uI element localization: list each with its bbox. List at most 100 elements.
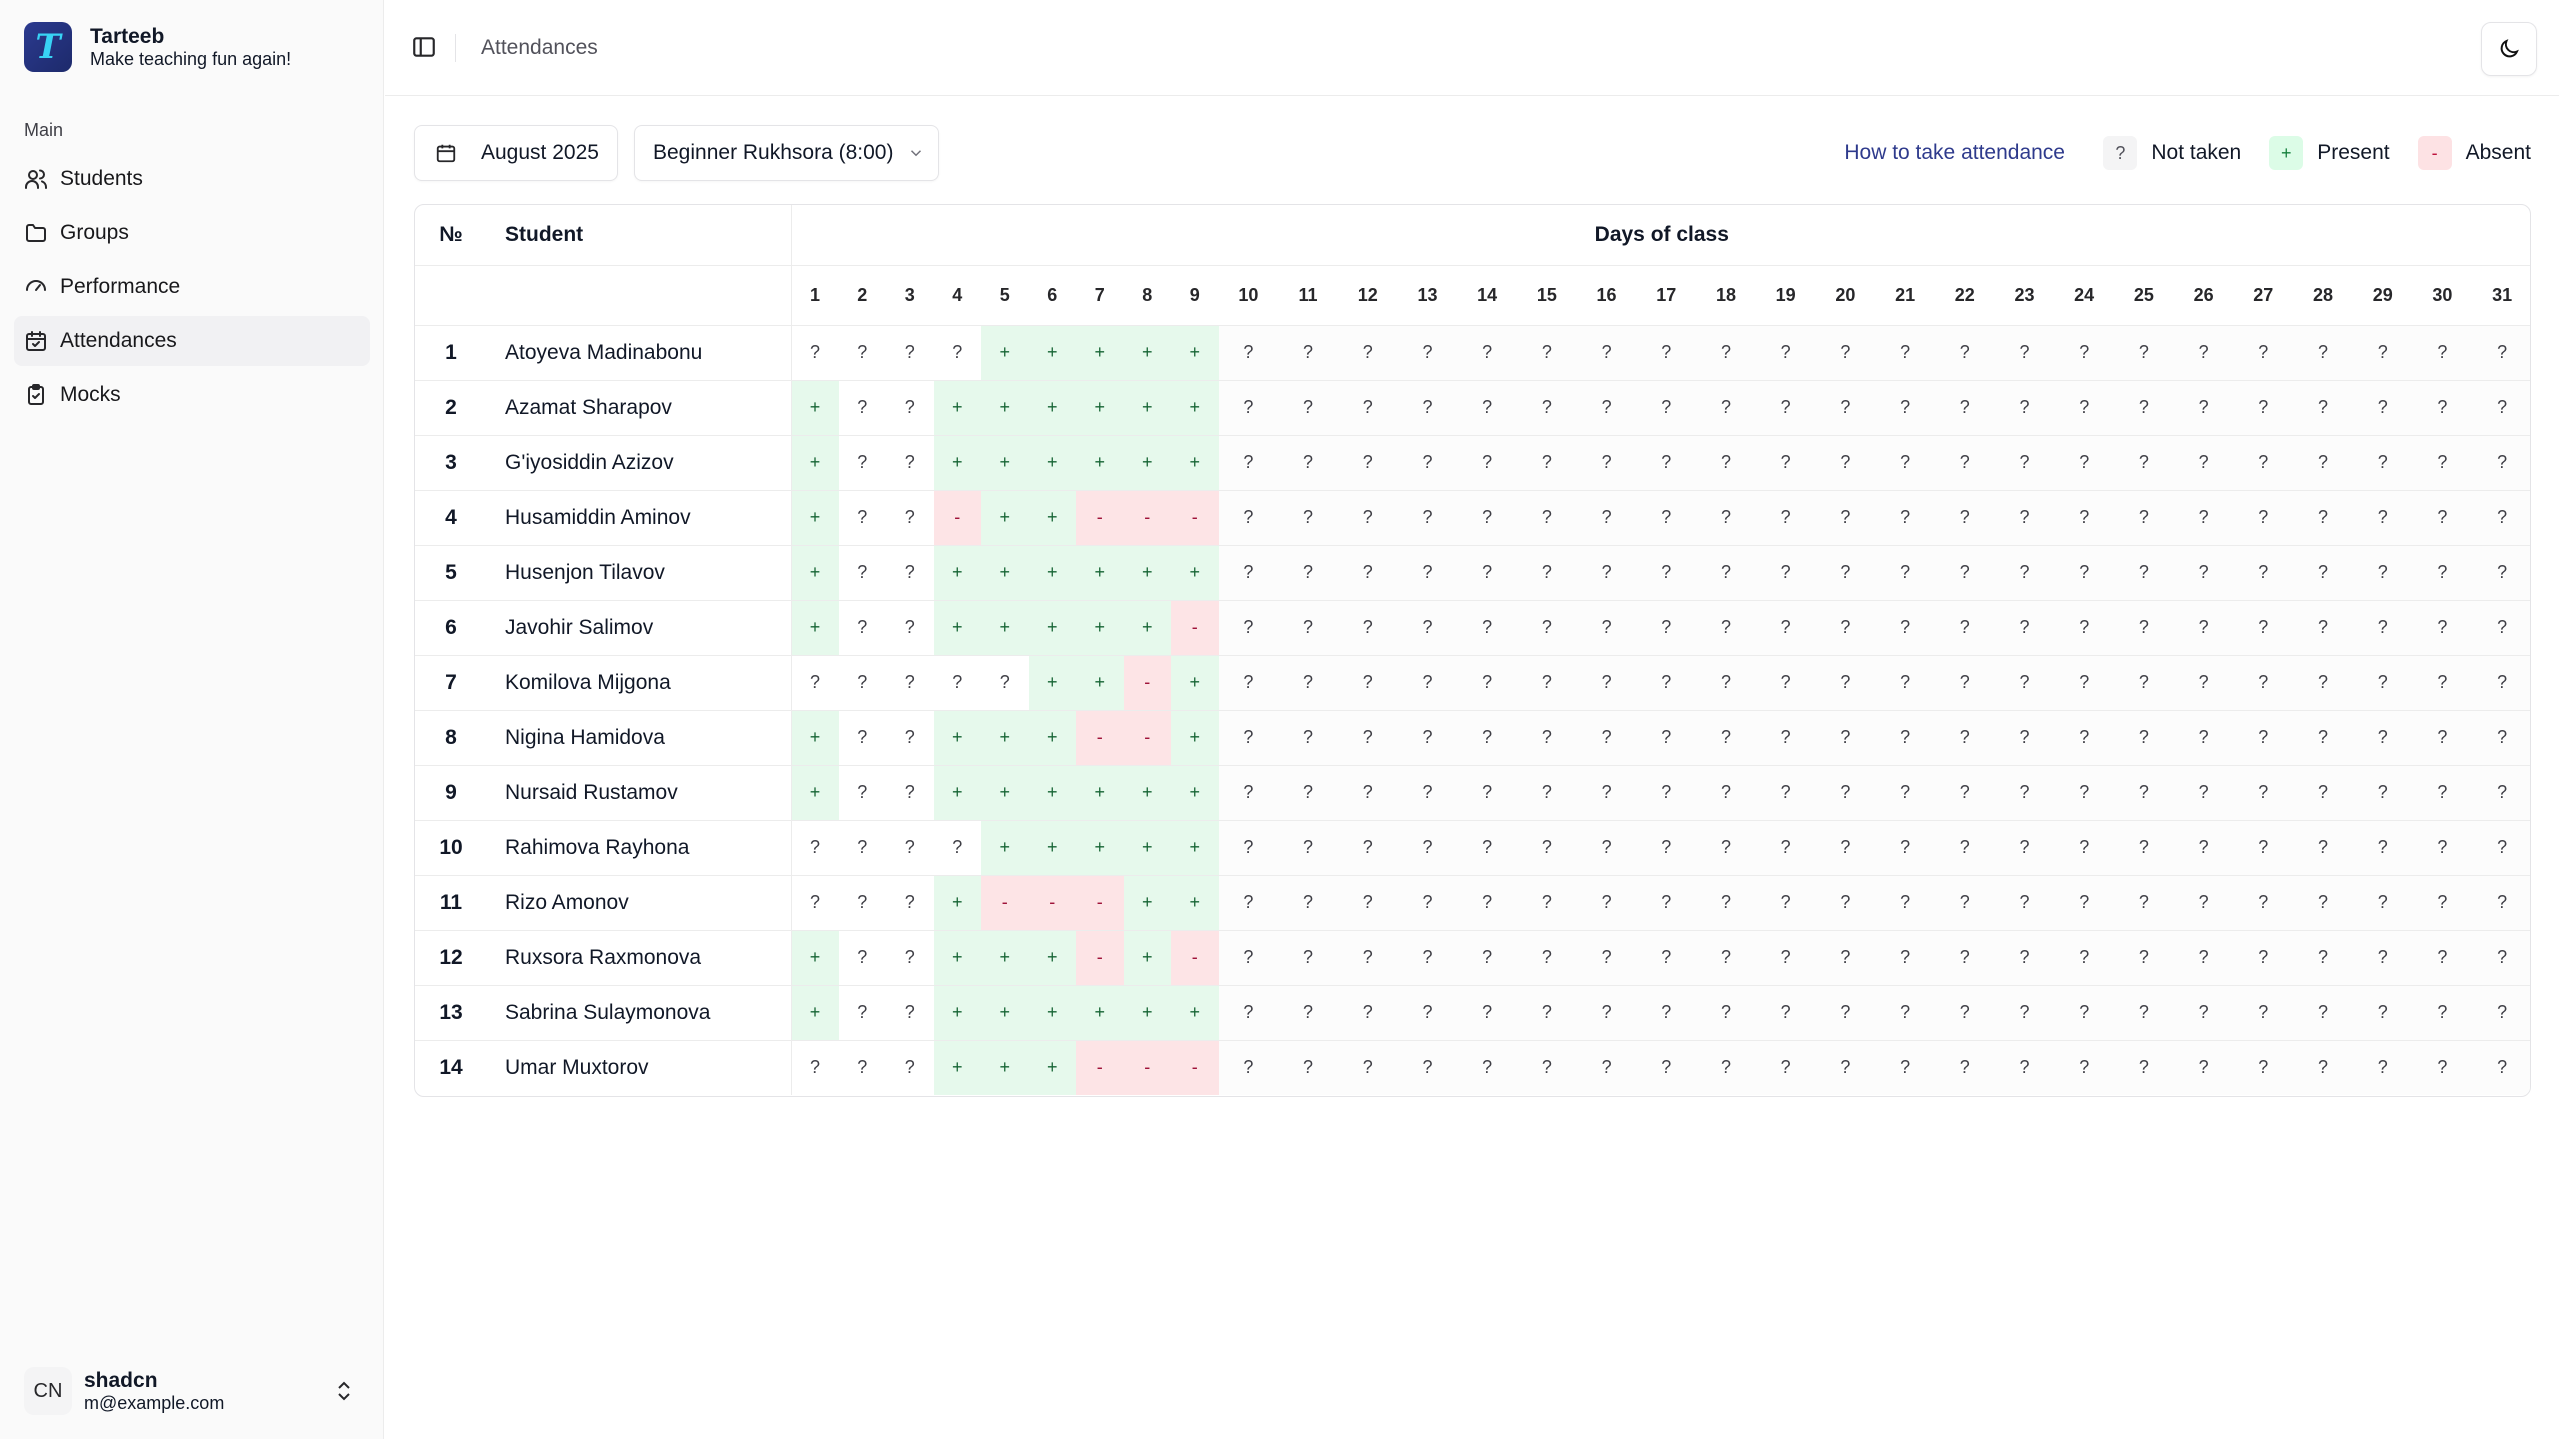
attendance-cell[interactable]: + [981,765,1029,821]
attendance-cell[interactable]: ? [1934,820,1995,876]
attendance-cell[interactable]: ? [2114,930,2174,986]
attendance-cell[interactable]: ? [2233,545,2294,601]
attendance-cell[interactable]: ? [1278,710,1338,766]
attendance-cell[interactable]: ? [1278,1040,1338,1095]
attendance-cell[interactable]: ? [1815,435,1876,491]
attendance-cell[interactable]: ? [2054,820,2115,876]
month-picker-button[interactable]: August 2025 [414,125,618,181]
attendance-cell[interactable]: ? [1696,1040,1756,1095]
attendance-cell[interactable]: ? [1636,545,1697,601]
attendance-cell[interactable]: + [1076,435,1124,491]
attendance-cell[interactable]: - [1076,930,1124,986]
attendance-cell[interactable]: ? [2054,985,2115,1041]
attendance-cell[interactable]: ? [1696,600,1756,656]
attendance-cell[interactable]: + [933,435,981,491]
attendance-cell[interactable]: + [791,490,839,546]
attendance-cell[interactable]: + [1076,325,1124,381]
attendance-cell[interactable]: ? [1815,765,1876,821]
attendance-cell[interactable]: ? [1875,985,1935,1041]
attendance-cell[interactable]: ? [2233,380,2294,436]
attendance-cell[interactable]: + [791,930,839,986]
attendance-cell[interactable]: ? [1397,985,1458,1041]
sidebar-toggle-button[interactable] [411,34,439,62]
attendance-cell[interactable]: ? [2472,765,2530,821]
attendance-cell[interactable]: ? [2472,1040,2530,1095]
attendance-cell[interactable]: ? [1337,820,1398,876]
attendance-cell[interactable]: ? [1815,710,1876,766]
attendance-cell[interactable]: ? [1875,435,1935,491]
attendance-cell[interactable]: ? [1576,875,1637,931]
attendance-cell[interactable]: ? [1636,820,1697,876]
attendance-cell[interactable]: ? [1934,765,1995,821]
attendance-cell[interactable]: ? [1934,600,1995,656]
attendance-cell[interactable]: ? [2173,710,2234,766]
attendance-cell[interactable]: ? [2472,435,2530,491]
attendance-cell[interactable]: + [1028,325,1076,381]
attendance-cell[interactable]: ? [886,1040,934,1095]
attendance-cell[interactable]: + [981,985,1029,1041]
attendance-cell[interactable]: ? [2054,875,2115,931]
attendance-cell[interactable]: ? [1576,1040,1637,1095]
attendance-cell[interactable]: + [1123,600,1171,656]
attendance-cell[interactable]: ? [1636,325,1697,381]
attendance-cell[interactable]: + [1028,545,1076,601]
attendance-cell[interactable]: + [933,930,981,986]
attendance-cell[interactable]: + [1076,380,1124,436]
attendance-cell[interactable]: ? [1397,380,1458,436]
attendance-cell[interactable]: + [1028,930,1076,986]
attendance-cell[interactable]: ? [2412,985,2473,1041]
attendance-cell[interactable]: ? [2114,435,2174,491]
attendance-cell[interactable]: ? [1636,490,1697,546]
attendance-cell[interactable]: ? [886,600,934,656]
attendance-cell[interactable]: ? [1278,985,1338,1041]
attendance-cell[interactable]: + [981,600,1029,656]
attendance-cell[interactable]: + [791,380,839,436]
attendance-cell[interactable]: ? [2293,985,2353,1041]
attendance-cell[interactable]: + [1171,710,1219,766]
attendance-cell[interactable]: + [933,600,981,656]
attendance-cell[interactable]: ? [1397,655,1458,711]
attendance-cell[interactable]: ? [838,380,886,436]
attendance-cell[interactable]: ? [2412,875,2473,931]
attendance-cell[interactable]: ? [1755,600,1816,656]
attendance-cell[interactable]: ? [1218,490,1279,546]
attendance-cell[interactable]: ? [1934,435,1995,491]
attendance-cell[interactable]: ? [1994,765,2055,821]
attendance-cell[interactable]: ? [1218,325,1279,381]
attendance-cell[interactable]: + [1171,820,1219,876]
attendance-cell[interactable]: ? [1517,490,1577,546]
attendance-cell[interactable]: ? [1218,710,1279,766]
attendance-cell[interactable]: ? [1457,490,1518,546]
attendance-cell[interactable]: ? [838,545,886,601]
attendance-cell[interactable]: ? [1934,490,1995,546]
attendance-cell[interactable]: ? [1994,545,2055,601]
attendance-cell[interactable]: ? [1397,710,1458,766]
attendance-cell[interactable]: ? [1815,380,1876,436]
attendance-cell[interactable]: ? [2472,655,2530,711]
attendance-cell[interactable]: ? [2054,600,2115,656]
attendance-cell[interactable]: ? [1218,435,1279,491]
attendance-cell[interactable]: ? [2293,380,2353,436]
attendance-cell[interactable]: ? [2472,930,2530,986]
attendance-cell[interactable]: ? [1696,435,1756,491]
attendance-cell[interactable]: ? [2352,545,2413,601]
attendance-cell[interactable]: ? [1994,1040,2055,1095]
attendance-cell[interactable]: - [1171,1040,1219,1095]
attendance-cell[interactable]: ? [1218,600,1279,656]
attendance-cell[interactable]: ? [1696,765,1756,821]
attendance-cell[interactable]: ? [1337,1040,1398,1095]
attendance-cell[interactable]: ? [2233,490,2294,546]
attendance-cell[interactable]: ? [2472,985,2530,1041]
attendance-cell[interactable]: ? [2412,435,2473,491]
attendance-cell[interactable]: ? [2293,765,2353,821]
how-to-attendance-link[interactable]: How to take attendance [1844,141,2065,165]
attendance-cell[interactable]: ? [2054,435,2115,491]
attendance-cell[interactable]: ? [1994,930,2055,986]
attendance-cell[interactable]: ? [1994,985,2055,1041]
attendance-cell[interactable]: ? [1218,930,1279,986]
attendance-cell[interactable]: ? [2173,435,2234,491]
attendance-cell[interactable]: ? [2173,600,2234,656]
attendance-cell[interactable]: ? [838,325,886,381]
attendance-cell[interactable]: ? [2352,490,2413,546]
sidebar-item-attendances[interactable]: Attendances [14,316,370,366]
